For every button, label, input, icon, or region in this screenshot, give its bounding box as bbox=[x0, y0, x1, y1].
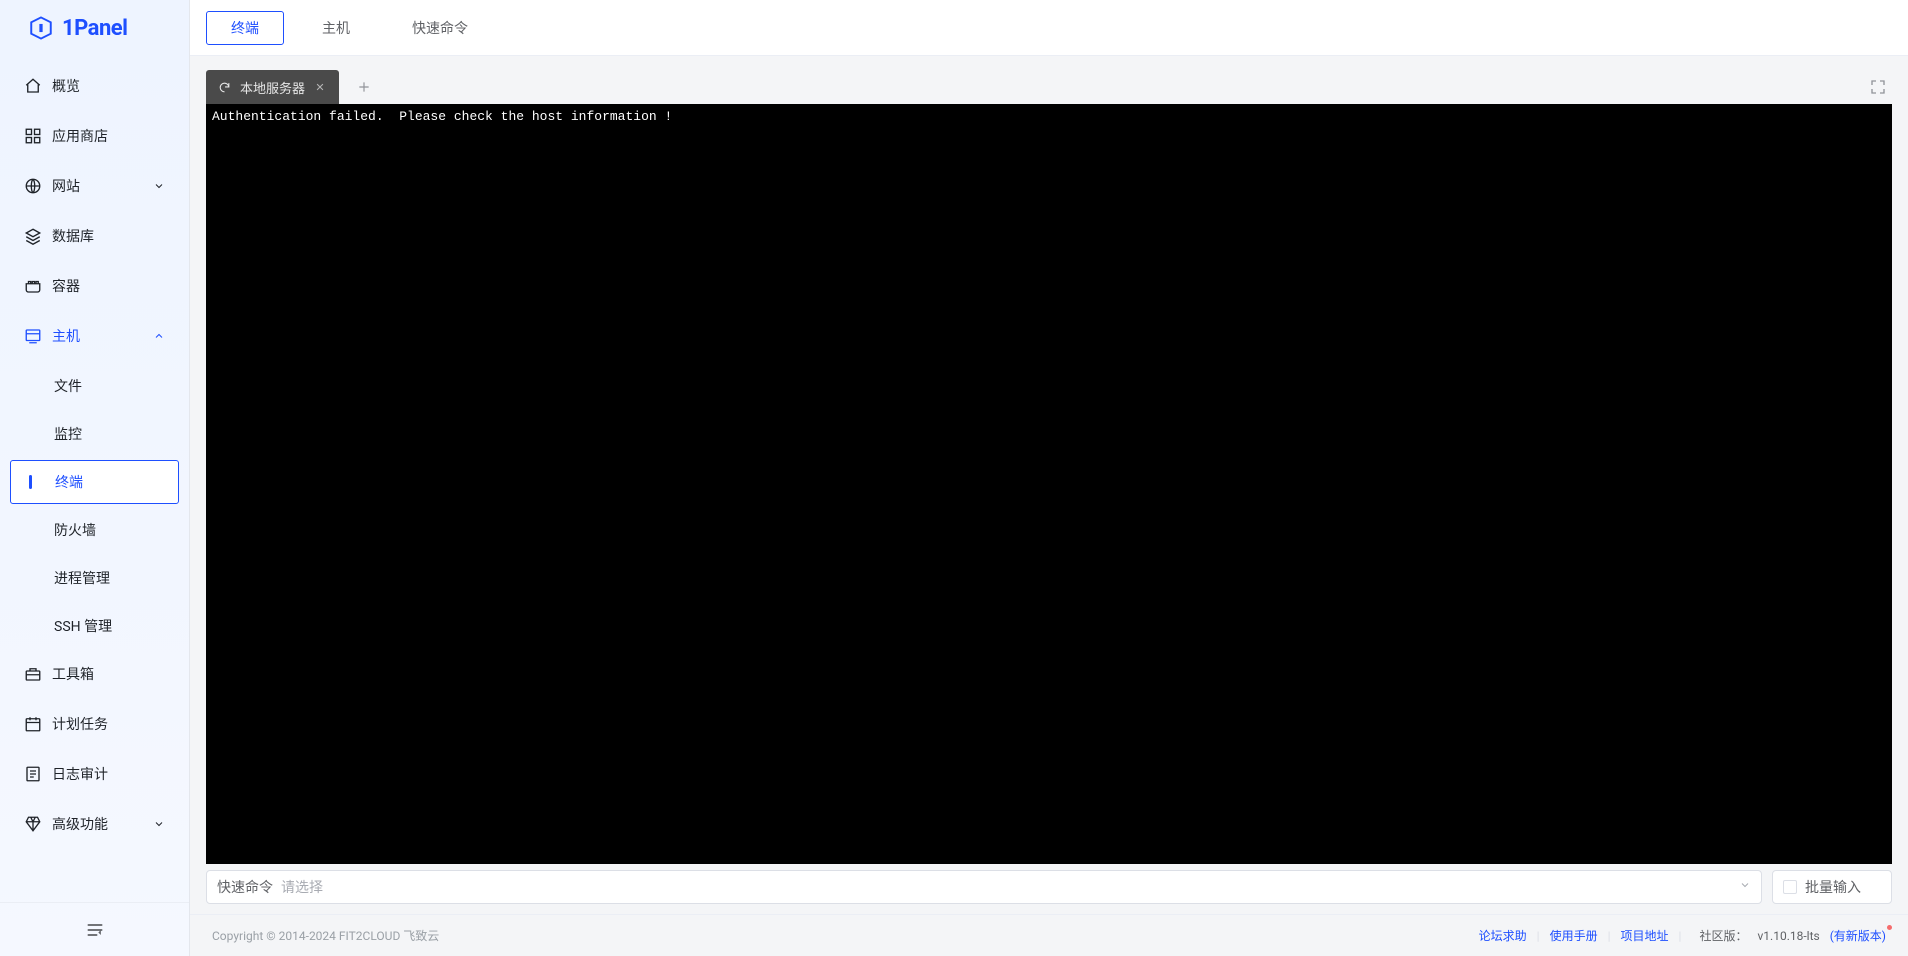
fullscreen-button[interactable] bbox=[1864, 73, 1892, 101]
calendar-icon bbox=[24, 715, 42, 733]
sidebar-item-label: 主机 bbox=[52, 326, 143, 346]
sidebar-item-label: 计划任务 bbox=[52, 714, 165, 734]
footer-link[interactable]: 项目地址 bbox=[1621, 927, 1669, 944]
logo-text: 1Panel bbox=[62, 16, 128, 41]
layers-icon bbox=[24, 227, 42, 245]
footer-link[interactable]: 论坛求助 bbox=[1479, 927, 1527, 944]
sidebar-item-label: 日志审计 bbox=[52, 764, 165, 784]
version-label: 社区版： bbox=[1699, 927, 1747, 944]
logo-icon bbox=[28, 15, 54, 41]
sidebar-subitem[interactable]: SSH 管理 bbox=[10, 604, 179, 648]
copyright: Copyright © 2014-2024 FIT2CLOUD 飞致云 bbox=[212, 927, 439, 944]
sidebar-item[interactable]: 日志审计 bbox=[10, 752, 179, 796]
sidebar-item-label: 高级功能 bbox=[52, 814, 143, 834]
sidebar-subitem[interactable]: 进程管理 bbox=[10, 556, 179, 600]
batch-input-box: 批量输入 bbox=[1772, 870, 1892, 904]
sidebar-item[interactable]: 主机 bbox=[10, 314, 179, 358]
new-version-link[interactable]: (有新版本) bbox=[1830, 927, 1886, 944]
sidebar-collapse-button[interactable] bbox=[0, 902, 189, 956]
add-terminal-tab-button[interactable] bbox=[347, 70, 381, 104]
toolbox-icon bbox=[24, 665, 42, 683]
apps-icon bbox=[24, 127, 42, 145]
sidebar-item[interactable]: 高级功能 bbox=[10, 802, 179, 846]
chevron-down-icon bbox=[153, 818, 165, 830]
version-value: v1.10.18-lts bbox=[1757, 929, 1819, 943]
sidebar-subitem[interactable]: 防火墙 bbox=[10, 508, 179, 552]
sidebar-item-label: 容器 bbox=[52, 276, 165, 296]
terminal-tab-label: 本地服务器 bbox=[240, 78, 305, 97]
log-icon bbox=[24, 765, 42, 783]
batch-input-checkbox[interactable] bbox=[1783, 880, 1797, 894]
diamond-icon bbox=[24, 815, 42, 833]
logo[interactable]: 1Panel bbox=[0, 0, 189, 56]
quick-command-label: 快速命令 bbox=[217, 877, 273, 897]
terminal-output[interactable]: Authentication failed. Please check the … bbox=[206, 104, 1892, 864]
sidebar-item-label: 概览 bbox=[52, 76, 165, 96]
sidebar-item-label: 工具箱 bbox=[52, 664, 165, 684]
host-icon bbox=[24, 327, 42, 345]
footer-link[interactable]: 使用手册 bbox=[1550, 927, 1598, 944]
sidebar-item-label: 应用商店 bbox=[52, 126, 165, 146]
top-tab[interactable]: 快速命令 bbox=[388, 11, 492, 45]
sidebar-item[interactable]: 概览 bbox=[10, 64, 179, 108]
close-icon[interactable] bbox=[313, 80, 327, 94]
top-tab[interactable]: 主机 bbox=[298, 11, 374, 45]
container-icon bbox=[24, 277, 42, 295]
chevron-down-icon bbox=[1739, 879, 1751, 895]
sidebar-subitem[interactable]: 文件 bbox=[10, 364, 179, 408]
footer: Copyright © 2014-2024 FIT2CLOUD 飞致云 论坛求助… bbox=[190, 914, 1908, 956]
home-icon bbox=[24, 77, 42, 95]
top-tab[interactable]: 终端 bbox=[206, 11, 284, 45]
sidebar-item[interactable]: 容器 bbox=[10, 264, 179, 308]
sidebar-item[interactable]: 数据库 bbox=[10, 214, 179, 258]
chevron-down-icon bbox=[153, 180, 165, 192]
batch-input-label: 批量输入 bbox=[1805, 877, 1861, 897]
sidebar-subitem[interactable]: 终端 bbox=[10, 460, 179, 504]
sidebar-item-label: 数据库 bbox=[52, 226, 165, 246]
sidebar-item[interactable]: 网站 bbox=[10, 164, 179, 208]
quick-command-select[interactable]: 快速命令 请选择 bbox=[206, 870, 1762, 904]
sidebar-item[interactable]: 工具箱 bbox=[10, 652, 179, 696]
chevron-up-icon bbox=[153, 330, 165, 342]
terminal-tab[interactable]: 本地服务器 bbox=[206, 70, 339, 104]
terminal-tabs: 本地服务器 bbox=[206, 70, 1864, 104]
top-tabs: 终端主机快速命令 bbox=[190, 0, 1908, 56]
refresh-icon bbox=[218, 80, 232, 94]
quick-command-placeholder: 请选择 bbox=[281, 877, 1739, 897]
sidebar-item[interactable]: 计划任务 bbox=[10, 702, 179, 746]
globe-icon bbox=[24, 177, 42, 195]
sidebar-item[interactable]: 应用商店 bbox=[10, 114, 179, 158]
sidebar: 1Panel 概览应用商店网站数据库容器主机文件监控终端防火墙进程管理SSH 管… bbox=[0, 0, 190, 956]
sidebar-item-label: 网站 bbox=[52, 176, 143, 196]
sidebar-subitem[interactable]: 监控 bbox=[10, 412, 179, 456]
nav: 概览应用商店网站数据库容器主机文件监控终端防火墙进程管理SSH 管理工具箱计划任… bbox=[0, 56, 189, 902]
